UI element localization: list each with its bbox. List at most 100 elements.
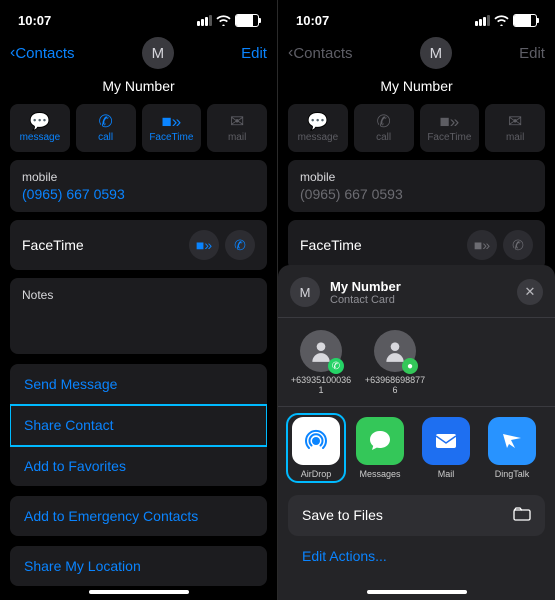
sheet-header: M My Number Contact Card ✕ [288,275,545,317]
back-label: Contacts [15,45,74,62]
message-button: 💬 message [288,104,348,152]
mail-app-icon [422,417,470,465]
action-label: call [98,132,113,143]
save-to-files-button[interactable]: Save to Files [288,495,545,536]
facetime-button: ■» FaceTime [420,104,480,152]
share-contact-link[interactable]: Share Contact [10,405,267,446]
signal-icon [197,15,212,26]
home-indicator[interactable] [367,590,467,594]
facetime-card: FaceTime ■» ✆ [10,220,267,270]
app-label: DingTalk [495,469,530,479]
share-person[interactable]: ✆ +639351000361 [290,330,352,396]
back-button[interactable]: ‹ Contacts [10,44,75,62]
facetime-video-button: ■» [467,230,497,260]
mail-button: ✉ mail [485,104,545,152]
facetime-button[interactable]: ■» FaceTime [142,104,202,152]
phone-icon: ✆ [234,237,246,254]
close-button[interactable]: ✕ [517,279,543,305]
avatar[interactable]: M [142,37,174,69]
add-emergency-link[interactable]: Add to Emergency Contacts [10,496,267,536]
send-message-link[interactable]: Send Message [10,364,267,405]
back-label: Contacts [293,45,352,62]
facetime-audio-button: ✆ [503,230,533,260]
person-number: +639351000361 [290,376,352,396]
mobile-card[interactable]: mobile (0965) 667 0593 [10,160,267,212]
share-app-dingtalk[interactable]: DingTalk [484,417,540,479]
mobile-value: (0965) 667 0593 [300,186,533,202]
sheet-subtitle: Contact Card [330,294,507,306]
messages-badge-icon: ● [402,358,418,374]
wifi-icon [494,15,509,26]
video-icon: ■» [474,237,490,253]
sheet-title: My Number [330,279,507,294]
action-row: 💬 message ✆ call ■» FaceTime ✉ mail [0,94,277,160]
app-label: Mail [438,469,455,479]
message-button[interactable]: 💬 message [10,104,70,152]
facetime-card: FaceTime ■» ✆ [288,220,545,270]
action-label: message [298,132,339,143]
mobile-label: mobile [22,170,255,184]
link-list: Send Message Share Contact Add to Favori… [10,364,267,486]
apps-row: AirDrop Messages Mail [288,407,545,489]
message-icon: 💬 [307,113,328,130]
avatar: M [420,37,452,69]
mobile-label: mobile [300,170,533,184]
share-person[interactable]: ● +639686988776 [364,330,426,396]
home-indicator[interactable] [89,590,189,594]
status-bar: 10:07 [278,0,555,34]
facetime-video-button[interactable]: ■» [189,230,219,260]
video-icon: ■» [196,237,212,253]
action-label: mail [228,132,246,143]
action-label: mail [506,132,524,143]
close-icon: ✕ [525,284,536,300]
share-app-airdrop[interactable]: AirDrop [290,417,342,479]
edit-button[interactable]: Edit [241,45,267,62]
save-to-files-label: Save to Files [302,507,383,523]
app-label: Messages [359,469,400,479]
airdrop-icon [292,417,340,465]
share-app-mail[interactable]: Mail [418,417,474,479]
video-icon: ■» [440,113,460,130]
action-label: call [376,132,391,143]
add-favorites-link[interactable]: Add to Favorites [10,446,267,486]
person-avatar: ● [374,330,416,372]
share-location-link[interactable]: Share My Location [10,546,267,586]
call-button: ✆ call [354,104,414,152]
mobile-value: (0965) 667 0593 [22,186,255,202]
video-icon: ■» [162,113,182,130]
message-icon: 💬 [29,113,50,130]
battery-icon [513,14,537,27]
back-button: ‹ Contacts [288,44,353,62]
phone-icon: ✆ [99,113,113,130]
call-button[interactable]: ✆ call [76,104,136,152]
action-label: FaceTime [427,132,471,143]
phone-left: 10:07 ‹ Contacts M Edit My Number 💬 mess… [0,0,278,600]
contact-name: My Number [0,78,277,94]
edit-button: Edit [519,45,545,62]
phone-right: 10:07 ‹ Contacts M Edit My Number 💬 messa… [278,0,555,600]
whatsapp-badge-icon: ✆ [328,358,344,374]
nav-bar: ‹ Contacts M Edit [278,34,555,72]
sheet-avatar: M [290,277,320,307]
facetime-label: FaceTime [22,237,84,253]
notes-card[interactable]: Notes [10,278,267,354]
person-avatar: ✆ [300,330,342,372]
action-row: 💬 message ✆ call ■» FaceTime ✉ mail [278,94,555,160]
status-time: 10:07 [18,13,51,28]
facetime-label: FaceTime [300,237,362,253]
airdrop-highlight: AirDrop [286,413,346,483]
status-time: 10:07 [296,13,329,28]
phone-icon: ✆ [512,237,524,254]
notes-label: Notes [22,288,255,302]
link-list: Share My Location [10,546,267,586]
battery-icon [235,14,259,27]
share-app-messages[interactable]: Messages [352,417,408,479]
app-label: AirDrop [301,469,332,479]
messages-icon [356,417,404,465]
person-number: +639686988776 [364,376,426,396]
facetime-audio-button[interactable]: ✆ [225,230,255,260]
nav-bar: ‹ Contacts M Edit [0,34,277,72]
phone-icon: ✆ [377,113,391,130]
edit-actions-link[interactable]: Edit Actions... [288,536,545,566]
mail-icon: ✉ [508,113,522,130]
